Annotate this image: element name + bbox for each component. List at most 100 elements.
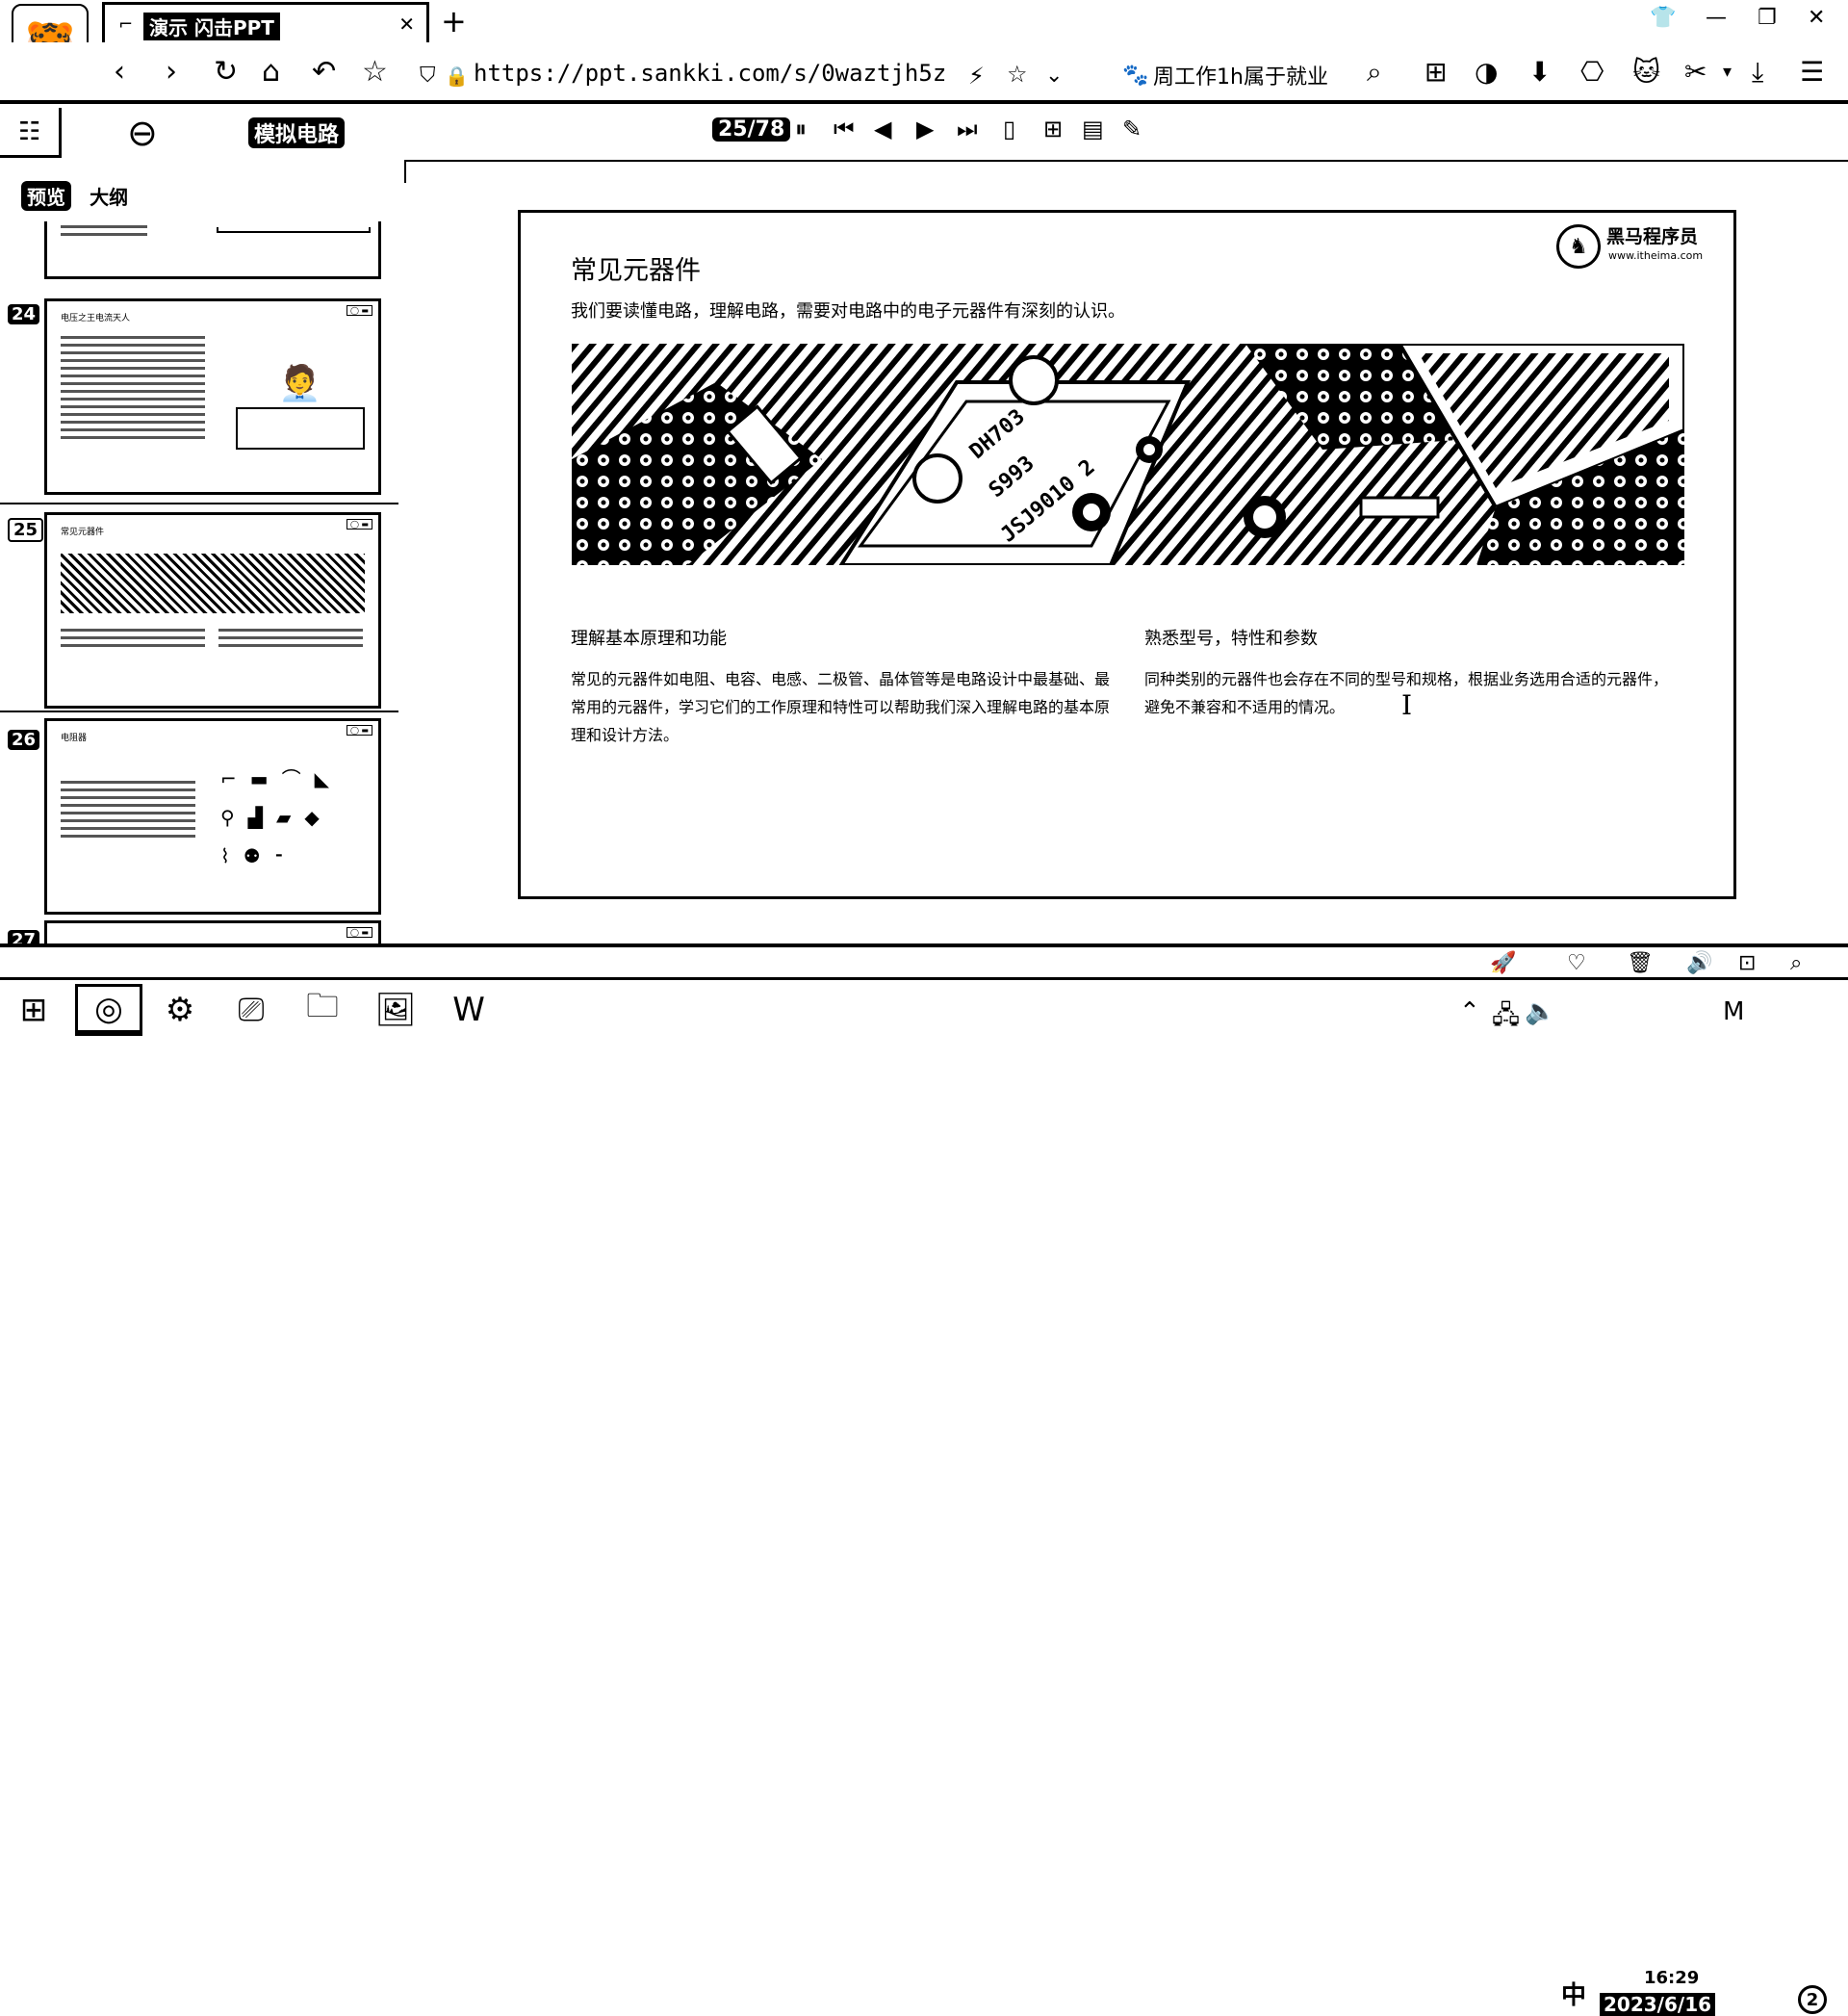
person-illustration-icon: 🧑‍💼	[278, 364, 321, 403]
cat-icon[interactable]: 🐱	[1632, 56, 1660, 88]
lightning-icon[interactable]: ⚡	[968, 60, 985, 92]
image-viewer-icon[interactable]: 🖼	[362, 984, 429, 1036]
chatgpt-icon[interactable]: ⎔	[1580, 56, 1604, 88]
mail-icon[interactable]: M	[1723, 997, 1744, 1026]
new-tab-button[interactable]: +	[441, 4, 467, 39]
slide-canvas[interactable]: 常见元器件 我们要读懂电路，理解电路，需要对电路中的电子元器件有深刻的认识。 ♞…	[518, 210, 1736, 899]
reload-icon[interactable]: ↻	[214, 56, 238, 89]
lock-icon[interactable]: 🔒	[445, 60, 469, 92]
tray-expand-icon[interactable]: ⌃	[1459, 997, 1480, 1026]
home-icon[interactable]: ⌂	[262, 56, 280, 89]
sound-icon[interactable]: 🔈	[1525, 997, 1555, 1026]
back-icon[interactable]: ‹	[114, 56, 125, 89]
pause-icon[interactable]: ⏸	[795, 116, 807, 142]
overlay-strip: 🚀 ♡ 🗑 🔊 ⊡ ⌕	[0, 947, 1848, 980]
thumbnail-row[interactable]: 24 电压之王电流天人 ◯ ▬ 🧑‍💼	[0, 298, 398, 503]
paw-icon[interactable]: 🐾	[1122, 60, 1148, 92]
taskbar: ⊞ ◎ ⚙ ⎚ 🗀 🖼 W ⌃ 🖧 🔈 中 16:29 2023/6/16 M …	[0, 980, 1848, 2016]
thumbnail-logo-icon: ◯ ▬	[346, 305, 372, 316]
thumbnail-row[interactable]: 27 ◯ ▬	[0, 920, 398, 945]
bookmark-link[interactable]: 周工作1h属于就业	[1153, 60, 1328, 90]
windows-start-icon[interactable]: ⊞	[0, 984, 67, 1036]
wps-icon[interactable]: W	[435, 984, 502, 1036]
circuit-board-graphic: DH703 S993 JSJ9010 2	[572, 344, 1684, 565]
horse-logo-icon: ♞	[1556, 224, 1601, 269]
star-icon[interactable]: ☆	[362, 56, 388, 89]
components-illustration-icon: ⌐▬⌒◣ ⚲▟▰◆ ⌇⚉⁃	[220, 767, 344, 867]
column1-body: 常见的元器件如电阻、电容、电感、二极管、晶体管等是电路设计中最基础、最常用的元器…	[571, 670, 1111, 744]
minimize-icon[interactable]: —	[1706, 6, 1727, 30]
thumbnail-logo-icon: ◯ ▬	[346, 927, 372, 938]
thumbnail-number: 25	[8, 518, 44, 542]
extension-icon[interactable]: ◑	[1475, 56, 1498, 88]
thumbnail-title: 电压之王电流天人	[61, 314, 131, 323]
search-overlay-icon[interactable]: ⌕	[1790, 951, 1802, 975]
thumbnail-number: 26	[8, 730, 40, 750]
app-toolbar: ☷ ⊖ 模拟电路 25/78 ⏸ ⏮ ◀ ▶ ⏭ ▯ ⊞ ▤ ✎	[0, 108, 1848, 158]
column2-title: 熟悉型号，特性和参数	[1144, 629, 1318, 649]
panel-toggle-icon[interactable]: ☷	[0, 108, 62, 158]
thumbnail-row[interactable]: 26 电阻器 ◯ ▬ ⌐▬⌒◣ ⚲▟▰◆ ⌇⚉⁃	[0, 718, 398, 915]
download-circle-icon[interactable]: ⬇	[1528, 56, 1551, 88]
skin-shirt-icon[interactable]: 👕	[1650, 6, 1676, 30]
fullscreen-icon[interactable]: ⊞	[1043, 116, 1063, 142]
circuit-board-image: DH703 S993 JSJ9010 2	[572, 344, 1684, 565]
tab-preview[interactable]: 预览	[21, 181, 71, 211]
forward-icon[interactable]: ›	[166, 56, 177, 89]
scissors-icon[interactable]: ✂	[1684, 56, 1707, 88]
browser-taskbar-icon[interactable]: ◎	[75, 984, 142, 1036]
undo-close-tab-icon[interactable]: ↶	[312, 56, 336, 89]
slide-thumbnail-selected[interactable]: 常见元器件 ◯ ▬	[44, 512, 381, 709]
brand-name: 黑马程序员	[1606, 226, 1699, 247]
download-icon[interactable]: ⤓	[1752, 56, 1763, 89]
search-icon[interactable]: ⌕	[1367, 56, 1382, 89]
shield-icon[interactable]: ⛉	[420, 60, 436, 92]
prev-slide-icon[interactable]: ◀	[874, 116, 891, 142]
restore-icon[interactable]: ❐	[1758, 6, 1777, 30]
slide-thumbnail[interactable]: ◯ ▬	[44, 920, 381, 945]
ime-indicator[interactable]: 中	[1561, 1976, 1586, 2011]
folder-icon[interactable]: 🗀	[289, 984, 356, 1036]
thumbnail-row-selected[interactable]: 25 常见元器件 ◯ ▬	[0, 503, 398, 712]
first-slide-icon[interactable]: ⏮	[834, 116, 855, 142]
slide-thumbnail[interactable]: 电压之王电流天人 ◯ ▬ 🧑‍💼	[44, 298, 381, 495]
settings-gear-icon[interactable]: ⚙	[146, 984, 214, 1036]
browser-tab[interactable]: ⌐ 演示 闪击PPT ✕	[102, 2, 429, 42]
favorite-star-icon[interactable]: ☆	[1007, 58, 1028, 90]
clock-time[interactable]: 16:29	[1644, 1968, 1699, 1988]
clock-date[interactable]: 2023/6/16	[1600, 1993, 1716, 2016]
slide-thumbnail[interactable]: 电阻器 ◯ ▬ ⌐▬⌒◣ ⚲▟▰◆ ⌇⚉⁃	[44, 718, 381, 915]
rocket-icon[interactable]: 🚀	[1490, 951, 1516, 975]
chevron-down-icon[interactable]: ⌄	[1045, 60, 1063, 92]
slide-sidebar: 预览 大纲 24 电压之王电流天人 ◯ ▬ 🧑‍💼 25 常见元器件 ◯ ▬	[0, 158, 398, 945]
app-logo-icon[interactable]: ⊖	[127, 112, 158, 154]
last-slide-icon[interactable]: ⏭	[957, 116, 978, 142]
apps-grid-icon[interactable]: ⊞	[1424, 56, 1447, 88]
next-slide-icon[interactable]: ▶	[916, 116, 934, 142]
close-window-icon[interactable]: ✕	[1808, 6, 1825, 30]
remote-desktop-icon[interactable]: ⎚	[218, 984, 285, 1036]
thumbnail-title: 常见元器件	[61, 528, 105, 537]
volume-icon[interactable]: 🔊	[1686, 951, 1712, 975]
scissors-menu-icon[interactable]: ▾	[1723, 62, 1732, 82]
pen-icon[interactable]: ✎	[1122, 116, 1142, 142]
tab-close-icon[interactable]: ✕	[398, 13, 415, 36]
tab-outline[interactable]: 大纲	[84, 181, 134, 211]
thumbnail-number: 24	[8, 304, 40, 324]
column1-title: 理解基本原理和功能	[571, 629, 727, 649]
layout-icon[interactable]: ⊡	[1738, 951, 1756, 975]
brand-logo: ♞ 黑马程序员 www.itheima.com	[1556, 220, 1720, 269]
slide-title: 常见元器件	[571, 256, 701, 286]
slide-thumbnail[interactable]	[44, 221, 381, 279]
trash-icon[interactable]: 🗑	[1627, 951, 1654, 975]
menu-icon[interactable]: ☰	[1800, 56, 1824, 88]
network-icon[interactable]: 🖧	[1492, 997, 1520, 1040]
thumbnail-title: 电阻器	[61, 734, 88, 743]
divider-icon: ▯	[1003, 116, 1016, 142]
heart-icon[interactable]: ♡	[1567, 951, 1586, 975]
url-field[interactable]: https://ppt.sankki.com/s/0waztjh5z	[474, 60, 946, 87]
thumbnail-logo-icon: ◯ ▬	[346, 725, 372, 736]
thumbnail-row[interactable]	[0, 221, 398, 289]
notes-icon[interactable]: ▤	[1082, 116, 1104, 142]
notification-badge[interactable]: 2	[1798, 1985, 1827, 2014]
